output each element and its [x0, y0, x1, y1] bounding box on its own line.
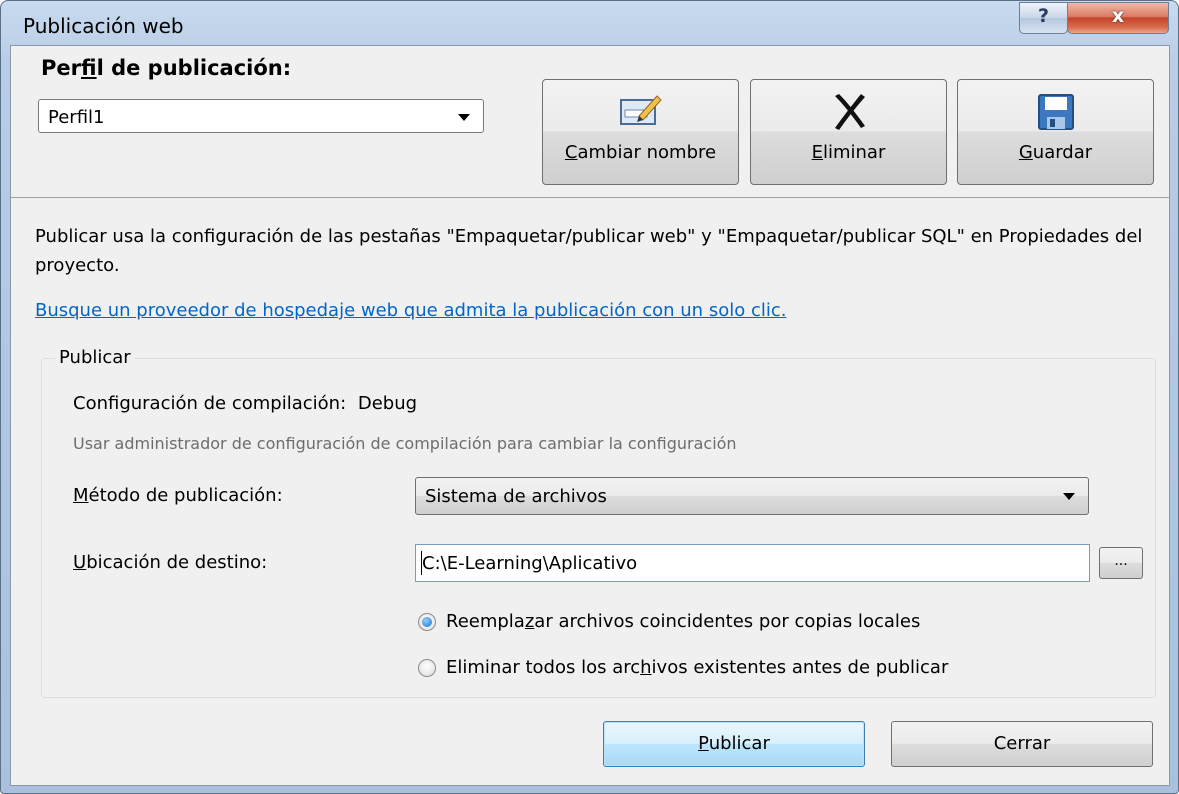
radio-unselected-icon[interactable]: [418, 659, 436, 677]
profile-dropdown[interactable]: Perfil1: [38, 99, 484, 133]
delete-x-icon: [751, 92, 946, 132]
destination-input[interactable]: C:\E-Learning\Aplicativo: [415, 544, 1090, 582]
help-icon: ?: [1037, 5, 1050, 27]
rename-icon: [543, 92, 738, 132]
title-bar[interactable]: Publicación web ? x: [1, 1, 1178, 45]
window-title: Publicación web: [23, 14, 184, 38]
save-button[interactable]: Guardar: [957, 79, 1154, 185]
destination-value: C:\E-Learning\Aplicativo: [422, 553, 638, 574]
delete-button[interactable]: Eliminar: [750, 79, 947, 185]
floppy-disk-icon: [958, 92, 1153, 132]
save-button-label: Guardar: [1018, 142, 1093, 163]
rename-button-label: Cambiar nombre: [564, 142, 717, 163]
publish-method-dropdown[interactable]: Sistema de archivos: [415, 477, 1089, 515]
dialog-content: Publicar usa la configuración de las pes…: [10, 197, 1170, 786]
close-icon: x: [1111, 5, 1125, 27]
build-config-value: Debug: [357, 393, 418, 414]
rename-button[interactable]: Cambiar nombre: [542, 79, 739, 185]
description-text: Publicar usa la configuración de las pes…: [35, 226, 1143, 276]
build-config-hint: Usar administrador de configuración de c…: [73, 434, 737, 453]
browse-button[interactable]: ...: [1099, 547, 1143, 579]
replace-files-label: Reemplazar archivos coincidentes por cop…: [446, 611, 921, 632]
publish-group-title: Publicar: [55, 347, 135, 368]
close-window-button[interactable]: x: [1067, 2, 1169, 34]
build-config-row: Configuración de compilación: Debug: [73, 393, 417, 414]
publish-web-dialog: Publicación web ? x Perfil de publicació…: [0, 0, 1179, 794]
help-button[interactable]: ?: [1019, 2, 1068, 34]
build-config-label: Configuración de compilación:: [73, 393, 347, 414]
radio-selected-icon[interactable]: [418, 613, 436, 631]
chevron-down-icon: [1063, 493, 1075, 500]
profile-label: Perfil de publicación:: [41, 56, 292, 80]
delete-existing-label: Eliminar todos los archivos existentes a…: [446, 657, 949, 678]
hosting-provider-link[interactable]: Busque un proveedor de hospedaje web que…: [35, 300, 786, 321]
publish-groupbox: Publicar Configuración de compilación: D…: [41, 347, 1156, 698]
profile-selected-value: Perfil1: [48, 107, 105, 128]
chevron-down-icon: [458, 114, 470, 121]
publish-method-label: Método de publicación:: [73, 485, 283, 506]
publish-method-selected: Sistema de archivos: [425, 486, 607, 507]
destination-label: Ubicación de destino:: [73, 552, 268, 573]
delete-button-label: Eliminar: [811, 142, 886, 163]
profile-header: Perfil de publicación: Perfil1 Cambiar n…: [10, 45, 1170, 198]
publish-button[interactable]: Publicar: [603, 721, 865, 767]
close-button[interactable]: Cerrar: [891, 721, 1153, 767]
